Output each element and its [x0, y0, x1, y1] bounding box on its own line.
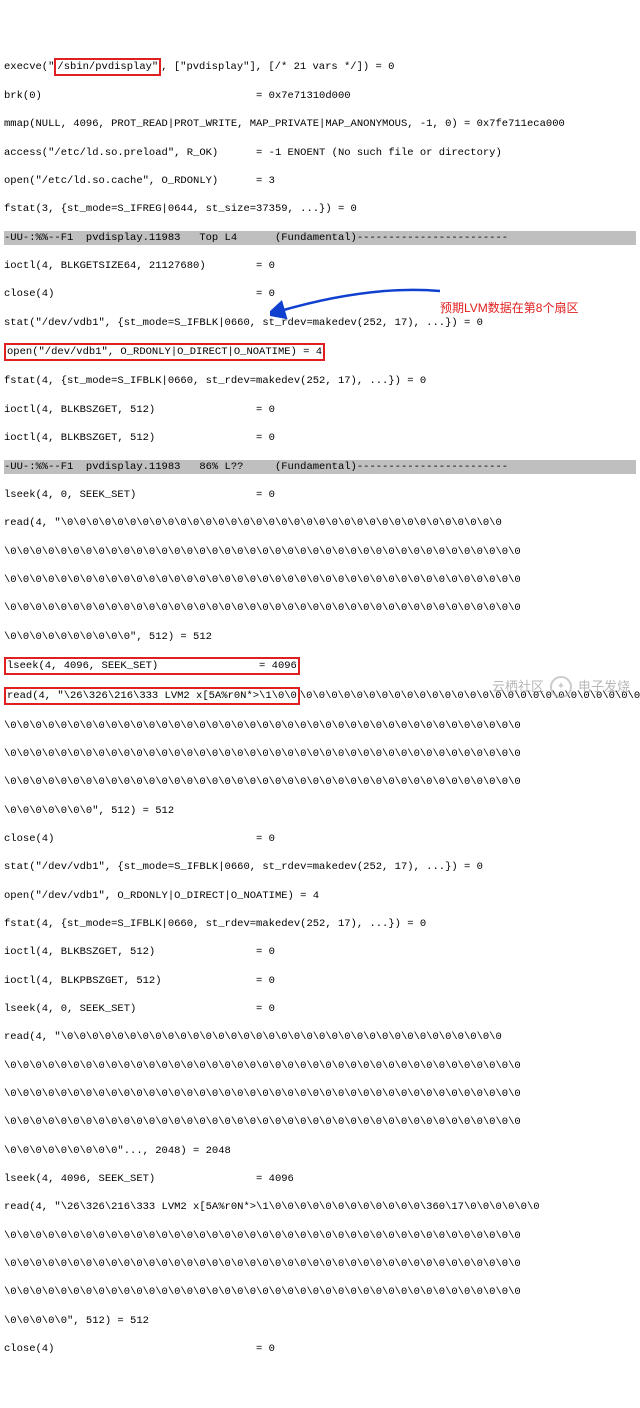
trace-line: ioctl(4, BLKBSZGET, 512) = 0: [4, 403, 636, 417]
trace-line: fstat(4, {st_mode=S_IFBLK|0660, st_rdev=…: [4, 374, 636, 388]
trace-line: lseek(4, 0, SEEK_SET) = 0: [4, 1002, 636, 1016]
trace-line: \0\0\0\0\0\0\0\0\0\0\0\0\0\0\0\0\0\0\0\0…: [4, 601, 636, 615]
trace-line: lseek(4, 4096, SEEK_SET) = 4096: [4, 658, 636, 674]
trace-line: ioctl(4, BLKGETSIZE64, 21127680) = 0: [4, 259, 636, 273]
trace-line: \0\0\0\0\0", 512) = 512: [4, 1314, 636, 1328]
trace-line: \0\0\0\0\0\0\0\0\0\0", 512) = 512: [4, 630, 636, 644]
trace-line: \0\0\0\0\0\0\0\0\0\0\0\0\0\0\0\0\0\0\0\0…: [4, 1257, 636, 1271]
trace-line: close(4) = 0: [4, 832, 636, 846]
highlight-read-lvm: read(4, "\26\326\216\333 LVM2 x[5A%r0N*>…: [4, 687, 300, 705]
trace-line: \0\0\0\0\0\0\0\0\0\0\0\0\0\0\0\0\0\0\0\0…: [4, 1229, 636, 1243]
watermark-text: 云栖社区: [492, 678, 544, 696]
trace-line: brk(0) = 0x7e71310d000: [4, 89, 636, 103]
trace-line: ioctl(4, BLKPBSZGET, 512) = 0: [4, 974, 636, 988]
trace-line: \0\0\0\0\0\0\0\0\0\0\0\0\0\0\0\0\0\0\0\0…: [4, 1285, 636, 1299]
trace-line: read(4, "\26\326\216\333 LVM2 x[5A%r0N*>…: [4, 1200, 636, 1214]
trace-line: read(4, "\0\0\0\0\0\0\0\0\0\0\0\0\0\0\0\…: [4, 516, 636, 530]
editor-status-bar: -UU-:%%--F1 pvdisplay.11983 Top L4 (Fund…: [4, 231, 636, 245]
trace-line: lseek(4, 4096, SEEK_SET) = 4096: [4, 1172, 636, 1186]
trace-line: close(4) = 0: [4, 1342, 636, 1356]
trace-line: \0\0\0\0\0\0\0", 512) = 512: [4, 804, 636, 818]
trace-line: open("/dev/vdb1", O_RDONLY|O_DIRECT|O_NO…: [4, 889, 636, 903]
trace-line: fstat(4, {st_mode=S_IFBLK|0660, st_rdev=…: [4, 917, 636, 931]
trace-line: \0\0\0\0\0\0\0\0\0\0\0\0\0\0\0\0\0\0\0\0…: [4, 747, 636, 761]
watermark: 云栖社区 ✦ 电子发烧: [492, 676, 630, 698]
trace-line: ioctl(4, BLKBSZGET, 512) = 0: [4, 945, 636, 959]
trace-line: open("/etc/ld.so.cache", O_RDONLY) = 3: [4, 174, 636, 188]
trace-line: open("/dev/vdb1", O_RDONLY|O_DIRECT|O_NO…: [4, 344, 636, 360]
trace-line: stat("/dev/vdb1", {st_mode=S_IFBLK|0660,…: [4, 860, 636, 874]
trace-line: read(4, "\0\0\0\0\0\0\0\0\0\0\0\0\0\0\0\…: [4, 1030, 636, 1044]
trace-line: stat("/dev/vdb1", {st_mode=S_IFBLK|0660,…: [4, 316, 636, 330]
editor-status-bar: -UU-:%%--F1 pvdisplay.11983 86% L?? (Fun…: [4, 460, 636, 474]
watermark-text: 电子发烧: [578, 678, 630, 696]
trace-line: \0\0\0\0\0\0\0\0\0"..., 2048) = 2048: [4, 1144, 636, 1158]
trace-line: ioctl(4, BLKBSZGET, 512) = 0: [4, 431, 636, 445]
trace-line: \0\0\0\0\0\0\0\0\0\0\0\0\0\0\0\0\0\0\0\0…: [4, 545, 636, 559]
trace-line: \0\0\0\0\0\0\0\0\0\0\0\0\0\0\0\0\0\0\0\0…: [4, 775, 636, 789]
trace-line: \0\0\0\0\0\0\0\0\0\0\0\0\0\0\0\0\0\0\0\0…: [4, 1059, 636, 1073]
trace-line: \0\0\0\0\0\0\0\0\0\0\0\0\0\0\0\0\0\0\0\0…: [4, 1087, 636, 1101]
highlight-path: /sbin/pvdisplay": [54, 58, 161, 76]
highlight-lseek: lseek(4, 4096, SEEK_SET) = 4096: [4, 657, 300, 675]
trace-line: \0\0\0\0\0\0\0\0\0\0\0\0\0\0\0\0\0\0\0\0…: [4, 719, 636, 733]
trace-line: fstat(3, {st_mode=S_IFREG|0644, st_size=…: [4, 202, 636, 216]
annotation-text: 预期LVM数据在第8个扇区: [440, 300, 578, 316]
trace-line: \0\0\0\0\0\0\0\0\0\0\0\0\0\0\0\0\0\0\0\0…: [4, 573, 636, 587]
trace-line: execve("/sbin/pvdisplay", ["pvdisplay"],…: [4, 59, 636, 75]
trace-line: \0\0\0\0\0\0\0\0\0\0\0\0\0\0\0\0\0\0\0\0…: [4, 1115, 636, 1129]
highlight-open-call: open("/dev/vdb1", O_RDONLY|O_DIRECT|O_NO…: [4, 343, 325, 361]
trace-line: mmap(NULL, 4096, PROT_READ|PROT_WRITE, M…: [4, 117, 636, 131]
trace-line: access("/etc/ld.so.preload", R_OK) = -1 …: [4, 146, 636, 160]
trace-line: lseek(4, 0, SEEK_SET) = 0: [4, 488, 636, 502]
watermark-logo-icon: ✦: [550, 676, 572, 698]
